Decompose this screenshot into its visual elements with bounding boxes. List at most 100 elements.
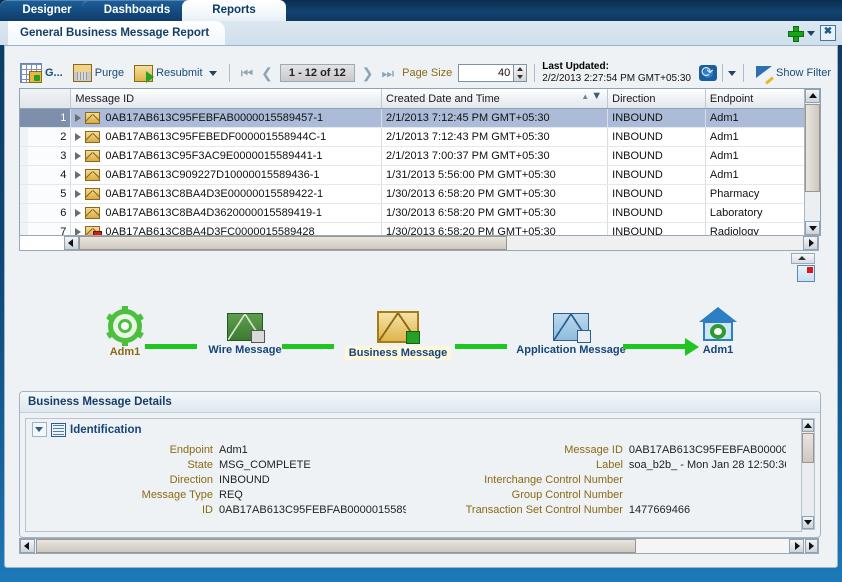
- close-icon[interactable]: ✖: [820, 25, 836, 41]
- export-grid-button[interactable]: G...: [15, 61, 68, 85]
- expand-triangle-icon[interactable]: [75, 152, 82, 161]
- purge-button[interactable]: Purge: [68, 62, 129, 84]
- page-horizontal-scrollbar[interactable]: [19, 538, 819, 554]
- field-row: Message Type REQ: [26, 488, 406, 503]
- table-horizontal-scrollbar[interactable]: [19, 235, 819, 251]
- table-row[interactable]: 6 0AB17AB613C8BA4D3620000015589419-1 1/3…: [20, 203, 820, 223]
- field-row: State MSG_COMPLETE: [26, 458, 406, 473]
- scroll-down-icon[interactable]: [805, 221, 820, 235]
- spinner-up-icon[interactable]: [514, 65, 526, 73]
- tab-reports[interactable]: Reports: [182, 0, 286, 21]
- message-icon: [85, 188, 101, 201]
- column-header-rownum[interactable]: [20, 89, 72, 109]
- field-value: 1477669466: [628, 504, 691, 516]
- flow-node-business-message[interactable]: Business Message: [333, 311, 463, 360]
- first-page-icon[interactable]: ⏮: [237, 65, 258, 82]
- table-row[interactable]: 3 0AB17AB613C95F3AC9E0000015589441-1 2/1…: [20, 146, 820, 166]
- sort-ascending-icon[interactable]: ▲: [581, 92, 589, 101]
- spinner-down-icon[interactable]: [514, 73, 526, 81]
- page-size-spinner[interactable]: [514, 64, 528, 82]
- cell-message-id[interactable]: 0AB17AB613C8BA4D3FC0000015589428: [70, 222, 383, 235]
- identification-section-header[interactable]: Identification: [26, 419, 801, 439]
- field-value: 0AB17AB613C95FEBFAB0000015589457-1: [628, 444, 786, 456]
- scroll-up-icon[interactable]: [805, 89, 820, 103]
- resubmit-button[interactable]: Resubmit: [129, 63, 221, 84]
- table-vertical-scrollbar[interactable]: [804, 89, 820, 235]
- field-label: ID: [202, 504, 213, 516]
- chevron-down-icon[interactable]: [727, 70, 736, 76]
- sort-menu-icon[interactable]: ▼: [591, 90, 602, 102]
- flow-connector-line: [282, 344, 334, 349]
- cell-message-id[interactable]: 0AB17AB613C95FEBEDF000001558944C-1: [70, 127, 383, 147]
- flow-node-label: Application Message: [516, 344, 626, 356]
- last-page-icon[interactable]: ⏭: [378, 65, 399, 82]
- table-row[interactable]: 1 0AB17AB613C95FEBFAB0000015589457-1 2/1…: [20, 108, 820, 128]
- vertical-scroll-thumb[interactable]: [805, 104, 820, 192]
- scroll-right-outer-icon[interactable]: [805, 539, 818, 553]
- field-label: Transaction Set Control Number: [465, 504, 623, 516]
- table-row[interactable]: 2 0AB17AB613C95FEBEDF000001558944C-1 2/1…: [20, 127, 820, 147]
- flow-node-application-message[interactable]: Application Message: [506, 313, 636, 356]
- refresh-icon[interactable]: [698, 63, 717, 81]
- collapse-twisty-icon[interactable]: [32, 422, 47, 437]
- purge-label: Purge: [94, 67, 125, 79]
- main-tabstrip: Designer Dashboards Reports: [0, 0, 842, 21]
- horizontal-scroll-thumb[interactable]: [79, 236, 507, 250]
- scroll-up-icon[interactable]: [802, 419, 814, 432]
- expand-triangle-icon[interactable]: [75, 133, 82, 142]
- cell-message-id[interactable]: 0AB17AB613C909227D10000015589436-1: [70, 165, 383, 185]
- purge-trash-icon: [72, 64, 92, 82]
- tab-designer-label: Designer: [22, 4, 72, 16]
- scroll-left-icon[interactable]: [20, 539, 35, 553]
- show-filter-button[interactable]: Show Filter: [751, 63, 836, 83]
- cell-message-id[interactable]: 0AB17AB613C8BA4D3E00000015589422-1: [70, 184, 383, 204]
- cell-created: 2/1/2013 7:12:45 PM GMT+05:30: [381, 108, 609, 128]
- message-icon: [85, 207, 101, 220]
- expand-triangle-icon[interactable]: [75, 190, 82, 199]
- tab-designer[interactable]: Designer: [0, 0, 94, 21]
- flow-node-wire-message[interactable]: Wire Message: [180, 313, 310, 356]
- column-header-message-id[interactable]: Message ID: [70, 89, 383, 109]
- cell-message-id[interactable]: 0AB17AB613C95FEBFAB0000015589457-1: [70, 108, 383, 128]
- toolbar-separator: [742, 64, 744, 82]
- chevron-down-icon[interactable]: [208, 70, 217, 76]
- expand-triangle-icon[interactable]: [75, 209, 82, 218]
- page-size-stepper[interactable]: [458, 64, 528, 82]
- page-title-bar: General Business Message Report ✖: [0, 21, 842, 45]
- cell-message-id[interactable]: 0AB17AB613C8BA4D3620000015589419-1: [70, 203, 383, 223]
- scroll-right-icon[interactable]: [789, 539, 804, 553]
- chevron-down-icon[interactable]: [807, 30, 815, 36]
- column-header-endpoint[interactable]: Endpoint: [705, 89, 820, 109]
- page-scroll-thumb[interactable]: [36, 539, 636, 553]
- flow-node-source-endpoint[interactable]: Adm1: [60, 306, 190, 358]
- splitter-collapse-icon[interactable]: [791, 253, 815, 264]
- tab-dashboards[interactable]: Dashboards: [82, 0, 192, 21]
- field-label: Endpoint: [169, 444, 213, 456]
- next-page-icon[interactable]: ❯: [358, 65, 378, 82]
- scroll-right-icon[interactable]: [803, 236, 818, 250]
- grid-export-icon: [20, 63, 42, 83]
- scroll-left-icon[interactable]: [64, 236, 79, 250]
- detach-panel-icon[interactable]: [797, 265, 815, 282]
- details-vertical-scrollbar[interactable]: [801, 418, 815, 530]
- table-row[interactable]: 7 0AB17AB613C8BA4D3FC0000015589428 1/30/…: [20, 222, 820, 235]
- page-title[interactable]: General Business Message Report: [8, 21, 226, 45]
- plus-icon[interactable]: [788, 26, 804, 42]
- gear-icon: [106, 306, 144, 346]
- scroll-down-icon[interactable]: [802, 516, 814, 529]
- expand-triangle-icon[interactable]: [75, 114, 82, 123]
- previous-page-icon[interactable]: ❮: [257, 65, 277, 82]
- expand-triangle-icon[interactable]: [75, 171, 82, 180]
- table-row[interactable]: 4 0AB17AB613C909227D10000015589436-1 1/3…: [20, 165, 820, 185]
- page-size-input[interactable]: [458, 64, 515, 82]
- column-header-direction[interactable]: Direction: [607, 89, 706, 109]
- field-value: soa_b2b_ - Mon Jan 28 12:50:36 IST 2013 …: [628, 459, 786, 471]
- message-id-text: 0AB17AB613C95FEBEDF000001558944C-1: [105, 130, 327, 143]
- cell-message-id[interactable]: 0AB17AB613C95F3AC9E0000015589441-1: [70, 146, 383, 166]
- column-header-created[interactable]: Created Date and Time ▲ ▼: [381, 89, 609, 109]
- details-scroll-thumb[interactable]: [802, 433, 814, 463]
- flow-node-target-endpoint[interactable]: Adm1: [653, 307, 783, 356]
- cell-created: 1/30/2013 6:58:20 PM GMT+05:30: [381, 203, 609, 223]
- table-row[interactable]: 5 0AB17AB613C8BA4D3E00000015589422-1 1/3…: [20, 184, 820, 204]
- fields-left-column: Endpoint Adm1 State MSG_COMPLETE Directi…: [26, 443, 406, 518]
